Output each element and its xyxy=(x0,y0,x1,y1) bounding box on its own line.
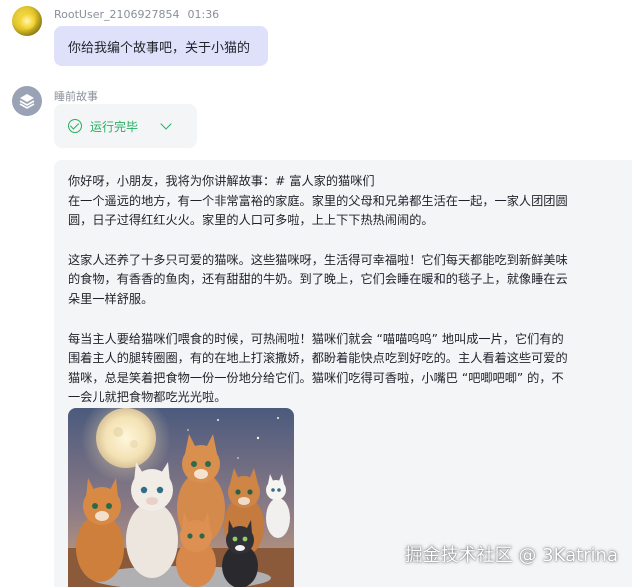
story-line: 你好呀，小朋友，我将为你讲解故事：# 富人家的猫咪们 xyxy=(68,174,375,188)
user-meta: RootUser_2106927854 01:36 xyxy=(54,8,219,21)
bot-avatar[interactable] xyxy=(12,86,42,116)
story-line: 一会儿就把食物都吃光光啦。 xyxy=(68,390,227,405)
message-time: 01:36 xyxy=(187,8,220,21)
story-line: 圆，日子过得红红火火。家里的人口可多啦，上上下下热热闹闹的。 xyxy=(68,213,434,228)
story-image[interactable] xyxy=(68,408,294,587)
check-circle-icon xyxy=(68,119,82,133)
flower-icon xyxy=(18,12,36,30)
watermark: 掘金技术社区 @ 3Katrina xyxy=(404,545,618,566)
story-line: 围着主人的腿转圈圈，有的在地上打滚撒娇，都盼着能快点吃到好吃的。主人看着这些可爱… xyxy=(68,351,568,366)
story-line: 的食物，有香香的鱼肉，还有甜甜的牛奶。到了晚上，它们会睡在暖和的毯子上，就像睡在… xyxy=(68,272,568,287)
user-name: RootUser_2106927854 xyxy=(54,8,180,21)
layers-icon xyxy=(19,94,35,109)
bot-name: 睡前故事 xyxy=(54,90,98,103)
user-avatar[interactable] xyxy=(12,6,42,36)
cats-illustration xyxy=(68,408,294,587)
story-line: 猫咪，总是笑着把食物一份一份地分给它们。猫咪们吃得可香啦，小嘴巴 “吧唧吧唧” … xyxy=(68,370,564,385)
story-line: 朵里一样舒服。 xyxy=(68,291,154,306)
story-line: 每当主人要给猫咪们喂食的时候，可热闹啦！猫咪们就会 “喵喵呜呜” 地叫成一片，它… xyxy=(68,331,564,346)
story-line: 这家人还养了十多只可爱的猫咪。这些猫咪呀，生活得可幸福啦！它们每天都能吃到新鲜美… xyxy=(68,252,568,267)
user-message-text: 你给我编个故事吧，关于小猫的 xyxy=(68,41,251,56)
run-status-card[interactable]: 运行完毕 xyxy=(54,104,197,148)
run-status-label: 运行完毕 xyxy=(90,119,139,134)
user-message-bubble: 你给我编个故事吧，关于小猫的 xyxy=(54,26,268,66)
chevron-down-icon[interactable] xyxy=(160,118,172,130)
story-line: 在一个遥远的地方，有一个非常富裕的家庭。家里的父母和兄弟都生活在一起，一家人团团… xyxy=(68,193,568,208)
